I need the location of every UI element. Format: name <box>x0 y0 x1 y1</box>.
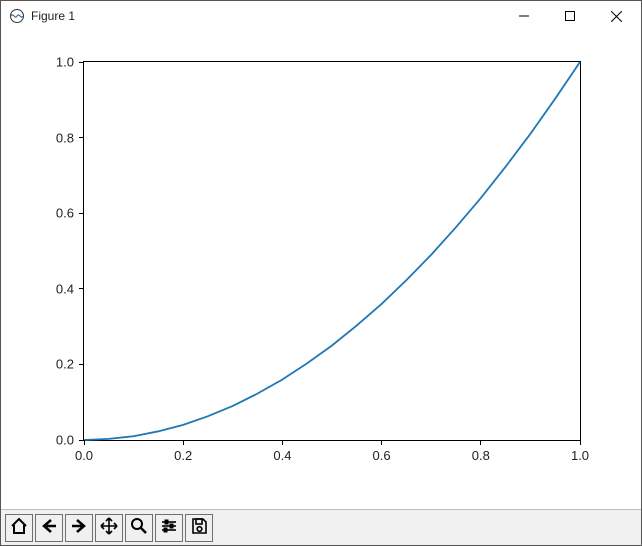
back-button[interactable] <box>35 514 63 542</box>
axes: 0.00.20.40.60.81.00.00.20.40.60.81.0 <box>83 61 581 441</box>
arrow-right-icon <box>70 517 88 538</box>
window-minimize-button[interactable] <box>501 1 547 31</box>
arrow-left-icon <box>40 517 58 538</box>
xtick-label: 1.0 <box>571 440 589 463</box>
save-button[interactable] <box>185 514 213 542</box>
pan-button[interactable] <box>95 514 123 542</box>
forward-button[interactable] <box>65 514 93 542</box>
home-icon <box>10 517 28 538</box>
window-maximize-button[interactable] <box>547 1 593 31</box>
app-icon <box>9 8 25 24</box>
window-titlebar: Figure 1 <box>1 1 641 31</box>
ytick-label: 1.0 <box>56 55 84 70</box>
sliders-icon <box>160 517 178 538</box>
xtick-label: 0.0 <box>75 440 93 463</box>
ytick-label: 0.6 <box>56 206 84 221</box>
save-icon <box>190 517 208 538</box>
zoom-icon <box>130 517 148 538</box>
ytick-label: 0.2 <box>56 357 84 372</box>
move-icon <box>100 517 118 538</box>
zoom-button[interactable] <box>125 514 153 542</box>
window-close-button[interactable] <box>593 1 639 31</box>
configure-subplots-button[interactable] <box>155 514 183 542</box>
xtick-label: 0.8 <box>472 440 490 463</box>
xtick-label: 0.2 <box>174 440 192 463</box>
ytick-label: 0.8 <box>56 130 84 145</box>
home-button[interactable] <box>5 514 33 542</box>
xtick-label: 0.6 <box>373 440 391 463</box>
window-title: Figure 1 <box>31 9 75 23</box>
figure-canvas[interactable]: 0.00.20.40.60.81.00.00.20.40.60.81.0 <box>1 31 641 509</box>
ytick-label: 0.4 <box>56 281 84 296</box>
line-series-1 <box>84 62 580 440</box>
navigation-toolbar <box>1 509 641 545</box>
xtick-label: 0.4 <box>273 440 291 463</box>
